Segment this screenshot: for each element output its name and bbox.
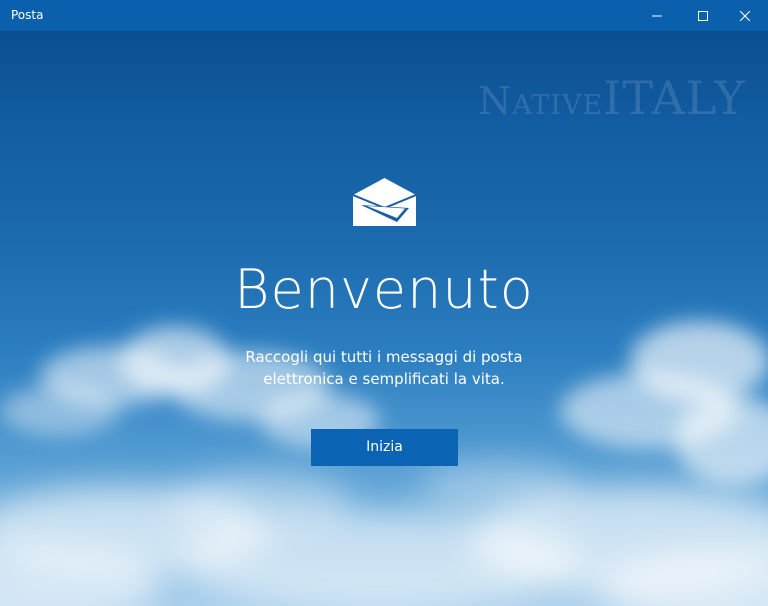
- maximize-button[interactable]: [680, 0, 726, 31]
- maximize-icon: [698, 10, 708, 21]
- window-title: Posta: [11, 8, 44, 22]
- minimize-icon: [652, 15, 662, 16]
- title-bar[interactable]: Posta: [0, 0, 768, 31]
- minimize-button[interactable]: [634, 0, 680, 31]
- welcome-subtitle-line-1: Raccogli qui tutti i messaggi di posta: [245, 348, 523, 366]
- welcome-subtitle-line-2: elettronica e semplificati la vita.: [263, 370, 505, 388]
- welcome-title: Benvenuto: [234, 258, 534, 321]
- start-button[interactable]: Inizia: [311, 429, 458, 466]
- watermark-italy: ITALY: [603, 71, 746, 125]
- mail-app-window: Posta NativeITALY Benvenuto Raccogli qui…: [0, 0, 768, 606]
- welcome-subtitle: Raccogli qui tutti i messaggi di posta e…: [0, 346, 768, 390]
- watermark-native: Native: [478, 79, 604, 123]
- watermark-logo: NativeITALY: [478, 71, 746, 125]
- mail-icon: [353, 178, 416, 226]
- close-icon: [740, 10, 750, 21]
- close-button[interactable]: [722, 0, 768, 31]
